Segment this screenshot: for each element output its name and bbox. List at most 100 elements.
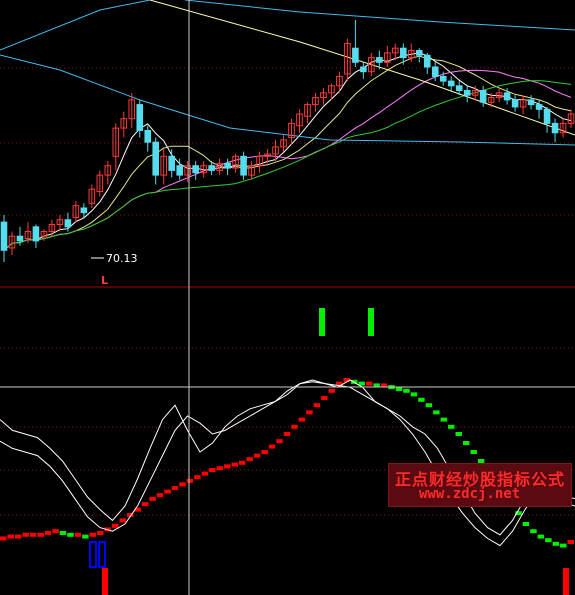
signal-bar-down xyxy=(440,417,448,422)
signal-bar-up xyxy=(156,493,164,498)
signal-bar-up xyxy=(261,450,268,454)
signal-bar-up xyxy=(321,396,328,400)
signal-bar-down xyxy=(418,397,425,402)
signal-bar-up xyxy=(179,482,186,487)
ma120-line xyxy=(0,0,151,51)
candle-down xyxy=(455,85,463,92)
signal-bar-up xyxy=(149,496,156,501)
low-price-label: 70.13 xyxy=(106,252,138,265)
signal-bar-up xyxy=(112,523,119,528)
candle-down xyxy=(352,47,359,63)
signal-bar-up xyxy=(37,532,44,537)
signal-bar-up xyxy=(253,453,261,458)
signal-bar-up xyxy=(97,531,104,535)
signal-bar-down xyxy=(433,410,440,415)
signal-bar-down xyxy=(522,522,530,526)
signal-bar-down xyxy=(395,387,403,391)
watermark-url: www.zdcj.net xyxy=(419,486,521,502)
signal-bar-up xyxy=(7,534,14,539)
signal-bar-down xyxy=(552,541,560,546)
signal-bar-up xyxy=(14,534,22,539)
signal-bar-down xyxy=(462,441,470,445)
candle-down xyxy=(144,129,152,143)
ma10-line xyxy=(3,55,572,251)
candle-down xyxy=(535,104,543,110)
signal-bar-down xyxy=(530,529,537,534)
signal-bar-up xyxy=(74,532,82,537)
candle-down xyxy=(503,92,511,101)
signal-bar-up xyxy=(365,381,373,386)
candlestick-series xyxy=(0,20,575,263)
candle-down xyxy=(415,50,423,56)
candle-down xyxy=(80,207,88,214)
ma5-line xyxy=(3,52,572,251)
candle-down xyxy=(439,75,447,82)
signal-bar-up xyxy=(276,439,283,444)
blue-signal-box xyxy=(89,541,97,568)
signal-bar-up xyxy=(186,478,194,483)
signal-bar-up xyxy=(194,475,201,480)
signal-bar-down xyxy=(67,532,74,537)
signal-bar-up xyxy=(231,462,238,467)
ma30-line xyxy=(3,80,572,251)
sell-signal-bar xyxy=(368,308,374,336)
candle-down xyxy=(527,99,535,106)
signal-bar-down xyxy=(403,388,410,393)
signal-bar-up xyxy=(29,532,37,537)
signal-bar-down xyxy=(425,403,433,408)
price-grid xyxy=(0,67,575,216)
price-panel: 70.13 L xyxy=(0,0,575,287)
signal-bar-up xyxy=(52,529,59,534)
blue-signal-box xyxy=(98,541,106,568)
candle-down xyxy=(463,90,471,96)
signal-bar-up xyxy=(171,486,179,490)
candle-down xyxy=(168,155,175,171)
signal-bar-down xyxy=(82,534,89,539)
candle-down xyxy=(431,66,439,77)
candle-down xyxy=(208,165,215,171)
signal-bar-up xyxy=(89,532,97,537)
signal-bar-up xyxy=(201,471,209,476)
signal-bar-up xyxy=(119,518,126,523)
fast-oscillator-line xyxy=(0,379,575,536)
signal-bar-down xyxy=(537,534,545,539)
candle-down xyxy=(240,155,247,176)
signal-bar-up xyxy=(209,468,216,472)
signal-bar-up xyxy=(283,432,291,436)
signal-bar-up xyxy=(22,532,29,537)
signal-bar-up xyxy=(268,444,276,449)
signal-bar-up xyxy=(298,417,306,422)
candle-down xyxy=(543,108,551,124)
candle-down xyxy=(152,141,160,176)
signal-bar-up xyxy=(291,424,298,429)
long-ma-line xyxy=(184,0,575,31)
candle-down xyxy=(224,162,231,169)
candle-down xyxy=(192,165,199,174)
signal-bar-down xyxy=(455,432,462,436)
candle-down xyxy=(511,99,519,108)
candle-down xyxy=(479,90,487,103)
buy-signal-bar xyxy=(102,568,108,595)
signal-bar-up xyxy=(224,464,231,469)
signal-bar-down xyxy=(560,543,567,548)
signal-bar-up xyxy=(328,388,336,393)
signal-bar-up xyxy=(164,489,171,494)
watermark-box: 正点财经炒股指标公式 www.zdcj.net xyxy=(388,463,572,507)
candle-down xyxy=(0,221,8,251)
signal-panel xyxy=(0,308,575,595)
candle-down xyxy=(360,66,367,73)
buy-signal-bar xyxy=(563,568,569,595)
candle-down xyxy=(32,226,40,242)
candle-down xyxy=(64,219,72,228)
signal-bar-down xyxy=(470,450,477,454)
sell-signal-bar xyxy=(319,308,325,336)
signal-bar-down xyxy=(448,424,455,429)
candle-down xyxy=(16,235,24,242)
signal-bar-down xyxy=(59,531,67,535)
signal-bar-up xyxy=(313,403,321,408)
signal-bar-up xyxy=(216,466,224,471)
low-marker: L xyxy=(101,274,108,287)
signal-bar-up xyxy=(567,540,574,544)
signal-bar-up xyxy=(306,410,313,415)
signal-bar-down xyxy=(545,538,552,543)
